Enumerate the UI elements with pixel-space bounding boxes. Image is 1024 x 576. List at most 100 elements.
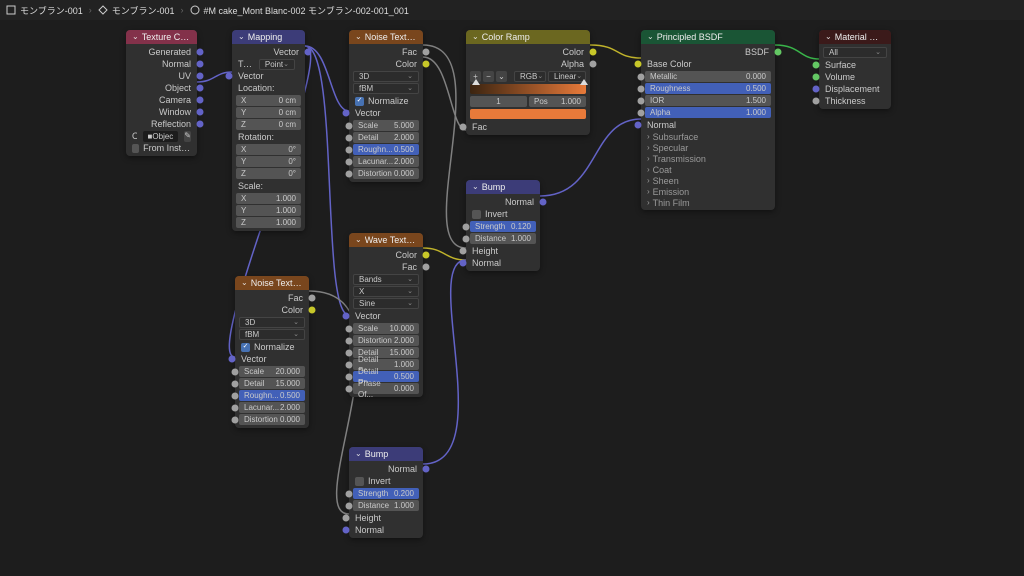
input-normal[interactable]: Normal	[641, 119, 775, 131]
object-picker[interactable]: Object: ■Objec ✎	[126, 130, 197, 142]
value-scale[interactable]: Scale10.000	[353, 323, 419, 334]
socket-in[interactable]	[346, 170, 353, 177]
input-vector[interactable]: Vector	[235, 353, 309, 365]
socket-in[interactable]	[229, 356, 236, 363]
socket-in[interactable]	[463, 223, 470, 230]
socket-in[interactable]	[232, 380, 239, 387]
output-fac[interactable]: Fac	[349, 46, 423, 58]
input-thickness[interactable]: Thickness	[819, 95, 891, 107]
from-instancer-check[interactable]: From Instancer	[126, 142, 197, 154]
node-mapping[interactable]: Mapping Vector Type:Point Vector Locatio…	[232, 30, 305, 231]
stop-index[interactable]: 1	[470, 96, 527, 107]
scale-z[interactable]: Z1.000	[236, 217, 301, 228]
stop-pos[interactable]: Pos1.000	[529, 96, 586, 107]
value-scale[interactable]: Scale20.000	[239, 366, 305, 377]
scale-y[interactable]: Y1.000	[236, 205, 301, 216]
output-alpha[interactable]: Alpha	[466, 58, 590, 70]
loc-z[interactable]: Z0 cm	[236, 119, 301, 130]
input-volume[interactable]: Volume	[819, 71, 891, 83]
node-header[interactable]: Noise Texture	[349, 30, 423, 44]
remove-stop-icon[interactable]: −	[483, 71, 494, 82]
node-principled-bsdf[interactable]: Principled BSDF BSDF Base Color Metallic…	[641, 30, 775, 210]
socket-out[interactable]	[305, 49, 312, 56]
input-vector[interactable]: Vector	[232, 70, 305, 82]
wave-dir-select[interactable]: X	[353, 286, 419, 297]
value-distortion[interactable]: Distortion0.000	[239, 414, 305, 425]
expand-emission[interactable]: Emission	[641, 186, 775, 197]
node-header[interactable]: Noise Texture	[235, 276, 309, 290]
socket-in[interactable]	[460, 124, 467, 131]
socket-out[interactable]	[590, 49, 597, 56]
socket-out[interactable]	[197, 97, 204, 104]
socket-out[interactable]	[197, 61, 204, 68]
socket-out[interactable]	[197, 121, 204, 128]
value-roughness[interactable]: Roughness0.500	[645, 83, 771, 94]
socket-in[interactable]	[232, 392, 239, 399]
node-header[interactable]: Texture Coordinate	[126, 30, 197, 44]
socket-out[interactable]	[590, 61, 597, 68]
input-height[interactable]: Height	[466, 245, 540, 257]
socket-in[interactable]	[226, 73, 233, 80]
value-distortion[interactable]: Distortion2.000	[353, 335, 419, 346]
value-distance[interactable]: Distance1.000	[470, 233, 536, 244]
node-header[interactable]: Color Ramp	[466, 30, 590, 44]
node-bump-2[interactable]: Bump Normal Invert Strength0.200Distance…	[349, 447, 423, 538]
node-noise-texture-1[interactable]: Noise Texture Fac Color 3D fBM Normalize…	[349, 30, 423, 182]
wave-profile-select[interactable]: Sine	[353, 298, 419, 309]
wave-type-select[interactable]: Bands	[353, 274, 419, 285]
value-roughn[interactable]: Roughn...0.500	[353, 144, 419, 155]
rot-y[interactable]: Y0°	[236, 156, 301, 167]
value-distortion[interactable]: Distortion0.000	[353, 168, 419, 179]
dim-select[interactable]: 3D	[353, 71, 419, 82]
invert-check[interactable]: Invert	[349, 475, 423, 487]
output-fac[interactable]: Fac	[349, 261, 423, 273]
input-normal[interactable]: Normal	[349, 524, 423, 536]
node-color-ramp[interactable]: Color Ramp Color Alpha + − ⌄ RGB Linear …	[466, 30, 590, 135]
socket-out[interactable]	[423, 61, 430, 68]
socket-in[interactable]	[346, 349, 353, 356]
socket-out[interactable]	[309, 307, 316, 314]
socket-in[interactable]	[638, 97, 645, 104]
loc-y[interactable]: Y0 cm	[236, 107, 301, 118]
socket-in[interactable]	[638, 109, 645, 116]
socket-out[interactable]	[309, 295, 316, 302]
value-strength[interactable]: Strength0.200	[353, 488, 419, 499]
socket-out[interactable]	[423, 466, 430, 473]
expand-thinfilm[interactable]: Thin Film	[641, 197, 775, 208]
interp-select[interactable]: fBM	[239, 329, 305, 340]
socket-in[interactable]	[346, 158, 353, 165]
value-strength[interactable]: Strength0.120	[470, 221, 536, 232]
crumb-material[interactable]: #M cake_Mont Blanc-002 モンブラン-002-001_001	[190, 4, 409, 17]
socket-out[interactable]	[775, 49, 782, 56]
socket-out[interactable]	[423, 49, 430, 56]
socket-in[interactable]	[813, 74, 820, 81]
output-normal[interactable]: Normal	[466, 196, 540, 208]
socket-in[interactable]	[638, 73, 645, 80]
output-normal[interactable]: Normal	[349, 463, 423, 475]
node-material-output[interactable]: Material Output All Surface Volume Displ…	[819, 30, 891, 109]
socket-out[interactable]	[423, 252, 430, 259]
socket-in[interactable]	[346, 134, 353, 141]
mode-select[interactable]: RGB	[514, 71, 546, 82]
value-lacunar[interactable]: Lacunar...2.000	[239, 402, 305, 413]
socket-in[interactable]	[463, 235, 470, 242]
value-distance[interactable]: Distance1.000	[353, 500, 419, 511]
output-reflection[interactable]: Reflection	[126, 118, 197, 130]
node-header[interactable]: Bump	[349, 447, 423, 461]
invert-check[interactable]: Invert	[466, 208, 540, 220]
output-fac[interactable]: Fac	[235, 292, 309, 304]
output-bsdf[interactable]: BSDF	[641, 46, 775, 58]
node-noise-texture-2[interactable]: Noise Texture Fac Color 3D fBM Normalize…	[235, 276, 309, 428]
node-header[interactable]: Material Output	[819, 30, 891, 44]
output-object[interactable]: Object	[126, 82, 197, 94]
input-fac[interactable]: Fac	[466, 121, 590, 133]
scale-x[interactable]: X1.000	[236, 193, 301, 204]
socket-in[interactable]	[635, 122, 642, 129]
value-lacunar[interactable]: Lacunar...2.000	[353, 156, 419, 167]
normalize-check[interactable]: Normalize	[349, 95, 423, 107]
socket-in[interactable]	[813, 62, 820, 69]
type-select[interactable]: Point	[259, 59, 295, 70]
output-generated[interactable]: Generated	[126, 46, 197, 58]
socket-out[interactable]	[540, 199, 547, 206]
object-field[interactable]: ■Objec	[143, 131, 179, 142]
